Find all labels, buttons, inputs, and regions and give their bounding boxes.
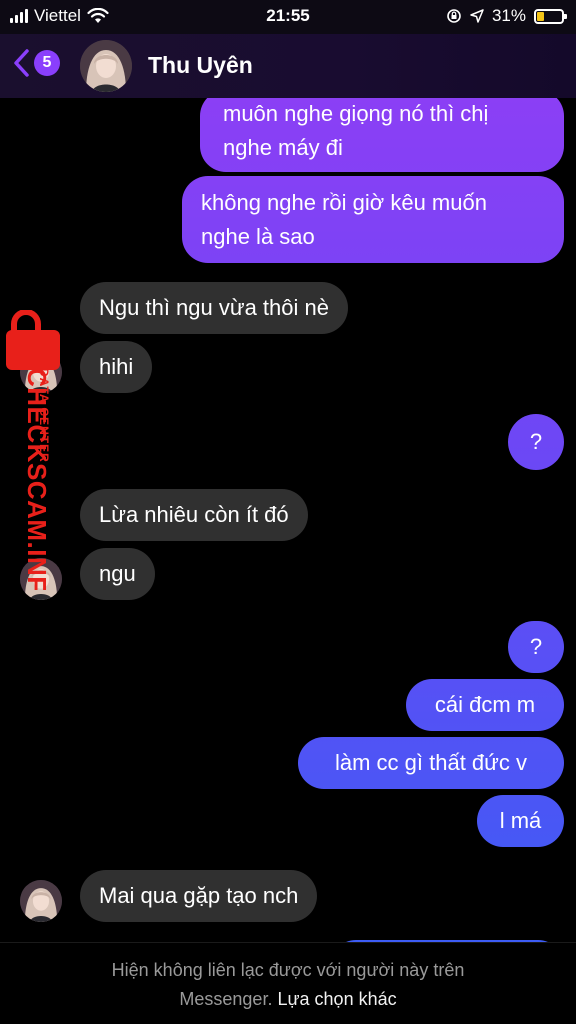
status-bar: Viettel 21:55 31% [0, 0, 576, 34]
message-text-out: ? [508, 621, 564, 673]
message-text-out: ? [508, 414, 564, 470]
battery-fill [537, 11, 544, 21]
message-bubble-in[interactable]: Mai qua gặp tạo nch [80, 870, 318, 922]
message-text: làm cc gì thất đức v [334, 750, 528, 775]
chevron-left-icon [14, 49, 29, 77]
chat-header: 5 Thu Uyên [0, 34, 576, 98]
sender-avatar[interactable] [20, 880, 62, 922]
message-text: hihi [99, 354, 134, 379]
unread-badge: 5 [34, 50, 60, 76]
notice-text-line2: Messenger. [179, 989, 273, 1009]
notice-text-line2-wrap: Messenger. Lựa chọn khác [0, 985, 576, 1014]
avatar-image [80, 40, 132, 92]
message-text: ngu [99, 561, 136, 586]
notice-text-line1: Hiện không liên lạc được với người này t… [111, 960, 465, 980]
message-line: muôn nghe giọng nó thì chị [223, 101, 489, 126]
back-button[interactable]: 5 [12, 48, 60, 78]
message-text: Ngu thì ngu vừa thôi nè [99, 295, 329, 320]
message-line: nghe là sao [201, 223, 315, 249]
watermark-text-sub: DATA CENTER [37, 368, 51, 463]
contact-name[interactable]: Thu Uyên [148, 52, 253, 79]
message-text-out: cái đcm m [406, 679, 564, 731]
location-icon [470, 9, 484, 23]
message-text-out: làm cc gì thất đức v [298, 737, 564, 789]
message-bubble-in[interactable]: Ngu thì ngu vừa thôi nè [80, 282, 348, 334]
message-list[interactable]: muôn nghe giọng nó thì chị nghe máy đi k… [0, 98, 576, 942]
message-text-out: muôn nghe giọng nó thì chị nghe máy đi [204, 98, 564, 170]
avatar-image [20, 880, 62, 922]
message-text: cái đcm m [434, 692, 536, 717]
message-bubble-in[interactable]: ngu [80, 548, 155, 600]
status-right: 31% [446, 6, 567, 26]
other-options-link[interactable]: Lựa chọn khác [277, 989, 396, 1009]
message-text: l má [499, 808, 542, 833]
watermark-logo: CHECKSCAM.INFO DATA CENTER [6, 310, 60, 590]
battery-icon [534, 8, 567, 24]
battery-percent: 31% [491, 6, 526, 25]
message-text-out: l má [477, 795, 564, 847]
message-bubble-in[interactable]: Lừa nhiêu còn ít đó [80, 489, 308, 541]
message-text: ? [529, 429, 543, 454]
orientation-lock-icon [447, 9, 461, 23]
message-text: Lừa nhiêu còn ít đó [99, 502, 289, 527]
contact-avatar[interactable] [80, 40, 132, 92]
message-text: ? [529, 634, 543, 659]
message-line: nghe máy đi [223, 135, 343, 160]
message-text: Mai qua gặp tạo nch [99, 883, 299, 908]
message-bubble-in[interactable]: hihi [80, 341, 153, 393]
unavailable-notice: Hiện không liên lạc được với người này t… [0, 942, 576, 1024]
message-text-out: không nghe rồi giờ kêu muốn nghe là sao [182, 176, 564, 263]
message-line: không nghe rồi giờ kêu muốn [201, 189, 487, 215]
